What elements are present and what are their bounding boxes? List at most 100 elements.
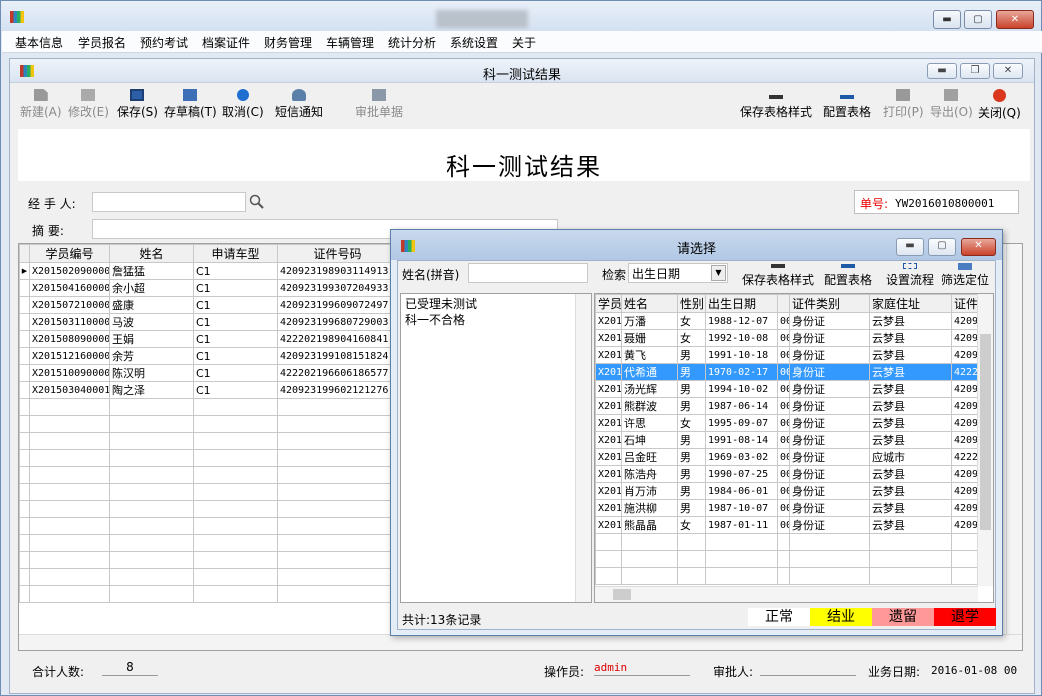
table-row[interactable]: X201504160000 余小超 C1 420923199307204933	[19, 279, 398, 297]
table-row[interactable]: X201熊晶晶女1987-01-1100身份证云梦县42092	[595, 516, 984, 534]
table-cell[interactable]: 00	[777, 414, 790, 432]
table-cell[interactable]: X201	[595, 363, 622, 381]
table-cell[interactable]: X201504160000	[29, 279, 110, 297]
main-horizontal-scrollbar[interactable]	[19, 634, 1022, 650]
table-cell[interactable]: 1969-03-02	[705, 448, 778, 466]
table-cell[interactable]: 身份证	[789, 431, 870, 449]
table-cell[interactable]: 黄飞	[621, 346, 678, 364]
table-cell[interactable]: 1970-02-17	[705, 363, 778, 381]
column-header[interactable]: 证件类别	[789, 294, 870, 313]
table-cell[interactable]: 422202196606186577	[277, 364, 398, 382]
menu-vehicles[interactable]: 车辆管理	[326, 34, 374, 51]
table-cell[interactable]: 盛康	[109, 296, 194, 314]
table-cell[interactable]: 420923199108151824	[277, 347, 398, 365]
table-cell[interactable]: 应城市	[869, 448, 952, 466]
column-header[interactable]: 姓名	[621, 294, 678, 313]
table-row[interactable]: X201代希通男1970-02-1700身份证云梦县42222	[595, 363, 984, 381]
table-cell[interactable]: 身份证	[789, 346, 870, 364]
table-row[interactable]: X201503110000 马波 C1 420923199680729003	[19, 313, 398, 331]
table-cell[interactable]: 詹猛猛	[109, 262, 194, 280]
dialog-maximize-button[interactable]: ▢	[928, 238, 956, 256]
table-cell[interactable]: 代希通	[621, 363, 678, 381]
table-cell[interactable]: X201	[595, 448, 622, 466]
table-cell[interactable]: C1	[193, 313, 278, 331]
table-cell[interactable]: 汤光辉	[621, 380, 678, 398]
chevron-down-icon[interactable]: ▼	[711, 265, 726, 281]
table-cell[interactable]: 1992-10-08	[705, 329, 778, 347]
column-header[interactable]: 性别	[677, 294, 706, 313]
export-button[interactable]: 导出(O)	[930, 89, 973, 120]
table-cell[interactable]: X201	[595, 414, 622, 432]
table-cell[interactable]: 420923199680729003	[277, 313, 398, 331]
table-cell[interactable]: C1	[193, 330, 278, 348]
table-cell[interactable]: 云梦县	[869, 329, 952, 347]
column-header[interactable]: 姓名	[109, 244, 194, 263]
table-cell[interactable]: 00	[777, 448, 790, 466]
table-cell[interactable]: 00	[777, 380, 790, 398]
setup-flow-button[interactable]: 设置流程	[886, 261, 934, 288]
table-cell[interactable]: 肖万沛	[621, 482, 678, 500]
table-cell[interactable]: 陈汉明	[109, 364, 194, 382]
table-cell[interactable]: 身份证	[789, 380, 870, 398]
print-button[interactable]: 打印(P)	[883, 89, 924, 120]
table-row[interactable]: X201510090000 陈汉明 C1 422202196606186577	[19, 364, 398, 382]
table-cell[interactable]: X201	[595, 312, 622, 330]
column-header[interactable]: 家庭住址	[869, 294, 952, 313]
table-cell[interactable]: 陶之泽	[109, 381, 194, 399]
table-cell[interactable]: 420923199609072497	[277, 296, 398, 314]
tree-scrollbar[interactable]	[575, 294, 591, 602]
table-row[interactable]: X201汤光辉男1994-10-0200身份证云梦县42092	[595, 380, 984, 398]
table-cell[interactable]: 420923199602121276	[277, 381, 398, 399]
table-row[interactable]: X201503040001 陶之泽 C1 420923199602121276	[19, 381, 398, 399]
table-cell[interactable]: 00	[777, 431, 790, 449]
grid-vertical-scrollbar[interactable]	[977, 294, 993, 586]
table-cell[interactable]: 00	[777, 329, 790, 347]
table-row[interactable]: X201吕金旺男1969-03-0200身份证应城市42220	[595, 448, 984, 466]
table-cell[interactable]: 00	[777, 363, 790, 381]
table-cell[interactable]: X201507210000	[29, 296, 110, 314]
table-row[interactable]: X201512160000 余芳 C1 420923199108151824	[19, 347, 398, 365]
table-cell[interactable]: 男	[677, 431, 706, 449]
table-cell[interactable]: 云梦县	[869, 482, 952, 500]
dialog-config-table-button[interactable]: 配置表格	[824, 261, 872, 288]
table-row[interactable]: ▶ X201502090000 詹猛猛 C1 420923198903114913	[19, 262, 398, 280]
table-cell[interactable]: 00	[777, 516, 790, 534]
table-cell[interactable]: 身份证	[789, 516, 870, 534]
grid-horizontal-scrollbar[interactable]	[595, 586, 978, 602]
table-cell[interactable]: 420923198903114913	[277, 262, 398, 280]
table-cell[interactable]: 00	[777, 499, 790, 517]
table-cell[interactable]: 余小超	[109, 279, 194, 297]
table-cell[interactable]: X201	[595, 380, 622, 398]
menu-statistics[interactable]: 统计分析	[388, 34, 436, 51]
table-row[interactable]: X201许思女1995-09-0700身份证云梦县42092	[595, 414, 984, 432]
column-header[interactable]: 学员编号	[29, 244, 110, 263]
table-cell[interactable]: 1991-08-14	[705, 431, 778, 449]
table-cell[interactable]: 石坤	[621, 431, 678, 449]
table-cell[interactable]: 身份证	[789, 414, 870, 432]
table-cell[interactable]: 男	[677, 482, 706, 500]
table-row[interactable]: X201507210000 盛康 C1 420923199609072497	[19, 296, 398, 314]
table-cell[interactable]: 陈浩舟	[621, 465, 678, 483]
table-cell[interactable]: 云梦县	[869, 431, 952, 449]
menu-archives[interactable]: 档案证件	[202, 34, 250, 51]
table-cell[interactable]: 00	[777, 465, 790, 483]
table-cell[interactable]: X201	[595, 397, 622, 415]
table-cell[interactable]: 云梦县	[869, 516, 952, 534]
table-cell[interactable]: 00	[777, 312, 790, 330]
config-table-button[interactable]: 配置表格	[823, 89, 871, 120]
search-field-select[interactable]: 出生日期 ▼	[628, 263, 728, 283]
table-cell[interactable]: 云梦县	[869, 397, 952, 415]
table-cell[interactable]: 1987-10-07	[705, 499, 778, 517]
dialog-minimize-button[interactable]: ▬	[896, 238, 924, 256]
table-cell[interactable]: X201510090000	[29, 364, 110, 382]
table-cell[interactable]: 云梦县	[869, 346, 952, 364]
table-cell[interactable]: 男	[677, 380, 706, 398]
table-cell[interactable]: 00	[777, 482, 790, 500]
search-icon[interactable]	[249, 194, 265, 210]
table-cell[interactable]: 男	[677, 448, 706, 466]
close-button[interactable]: ✕	[996, 10, 1034, 29]
menu-settings[interactable]: 系统设置	[450, 34, 498, 51]
table-cell[interactable]: 云梦县	[869, 380, 952, 398]
table-cell[interactable]: 身份证	[789, 397, 870, 415]
column-header[interactable]	[777, 294, 790, 313]
